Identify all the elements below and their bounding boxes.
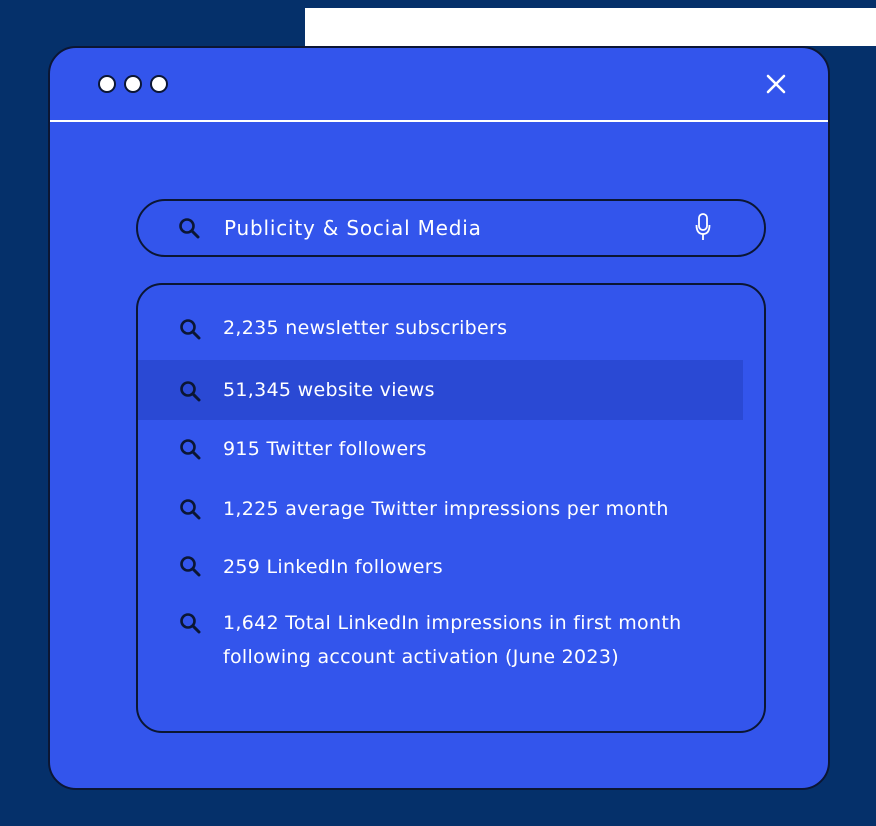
result-text: 1,642 Total LinkedIn impressions in firs… — [223, 612, 682, 668]
search-bar[interactable]: Publicity & Social Media — [136, 199, 766, 257]
search-icon — [180, 613, 201, 634]
window-controls — [98, 75, 168, 93]
result-item[interactable]: 1,642 Total LinkedIn impressions in firs… — [138, 596, 743, 706]
search-results-list: 2,235 newsletter subscribers 51,345 websi… — [136, 283, 766, 733]
result-item[interactable]: 259 LinkedIn followers — [138, 539, 743, 595]
microphone-icon[interactable] — [694, 211, 712, 245]
browser-window: Publicity & Social Media 2,235 newslette… — [48, 46, 830, 790]
close-button[interactable] — [762, 70, 790, 98]
result-item[interactable]: 2,235 newsletter subscribers — [138, 303, 743, 353]
search-icon — [180, 439, 201, 460]
search-icon — [180, 319, 201, 340]
result-text: 51,345 website views — [223, 379, 435, 401]
window-control-circle[interactable] — [98, 75, 116, 93]
window-control-circle[interactable] — [150, 75, 168, 93]
search-input[interactable]: Publicity & Social Media — [224, 216, 482, 240]
search-icon — [180, 556, 201, 577]
background-panel-top-strip — [305, 0, 876, 8]
result-item[interactable]: 1,225 average Twitter impressions per mo… — [138, 480, 743, 538]
search-icon — [178, 217, 200, 239]
window-control-circle[interactable] — [124, 75, 142, 93]
result-text: 259 LinkedIn followers — [223, 556, 444, 578]
title-bar — [50, 48, 828, 122]
result-text: 915 Twitter followers — [223, 438, 427, 460]
result-text: 2,235 newsletter subscribers — [223, 317, 508, 339]
result-text: 1,225 average Twitter impressions per mo… — [223, 498, 669, 520]
title-divider — [50, 120, 828, 122]
close-icon — [766, 74, 786, 94]
search-icon — [180, 381, 201, 402]
search-icon — [180, 499, 201, 520]
result-item[interactable]: 915 Twitter followers — [138, 420, 743, 478]
result-item[interactable]: 51,345 website views — [138, 360, 743, 420]
stage: Publicity & Social Media 2,235 newslette… — [0, 0, 876, 826]
background-panel-top-left — [0, 0, 305, 50]
